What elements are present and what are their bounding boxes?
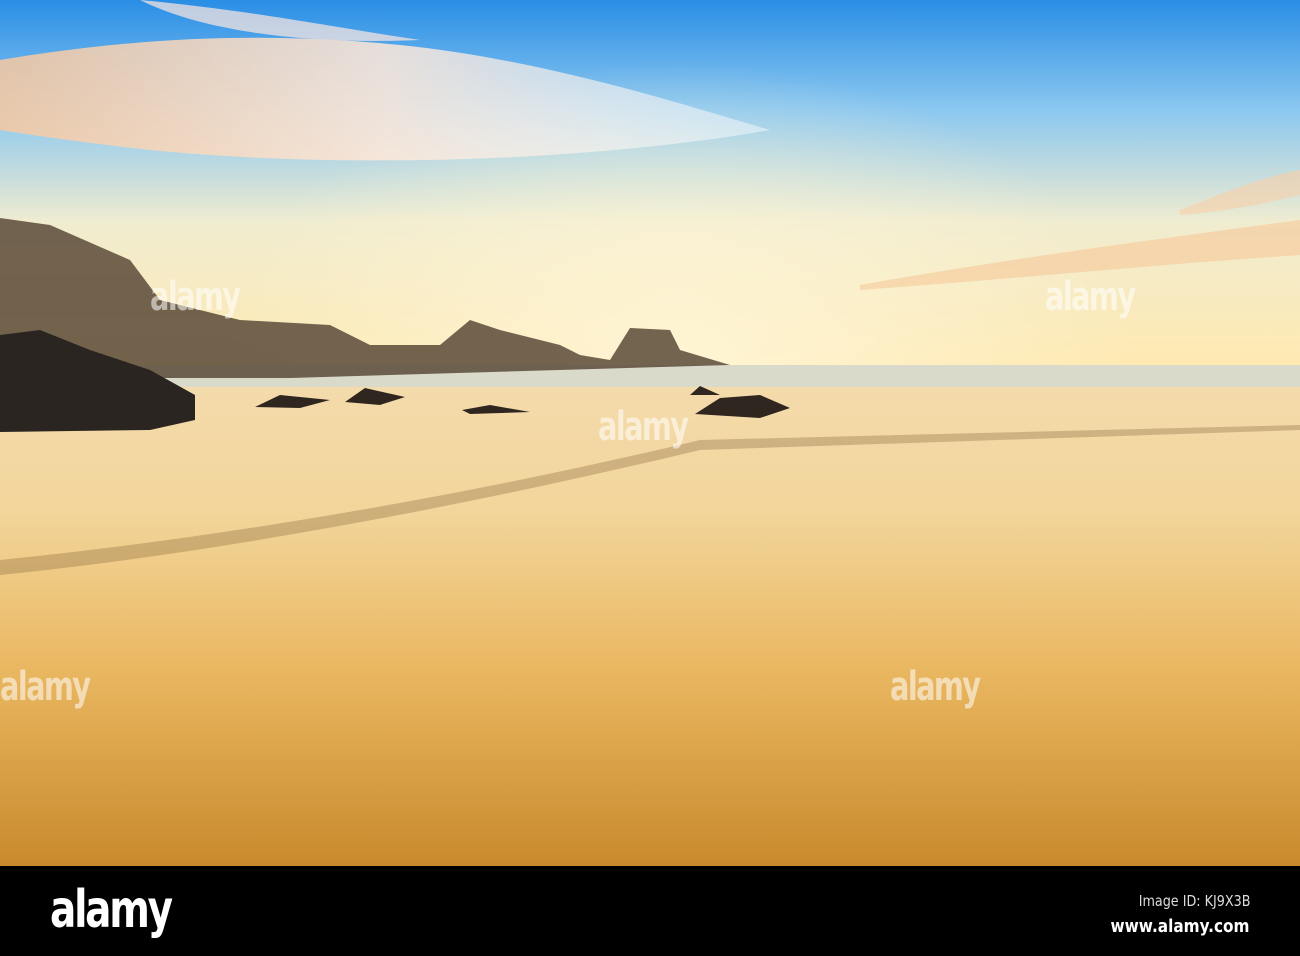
footer-bar: alamy Image ID: KJ9X3B www.alamy.com xyxy=(0,866,1300,956)
image-id: Image ID: KJ9X3B xyxy=(1138,892,1250,910)
watermark: alamy xyxy=(0,664,91,710)
watermark: alamy xyxy=(1045,274,1136,320)
site-url: www.alamy.com xyxy=(1111,916,1250,937)
watermark: alamy xyxy=(598,404,689,450)
alamy-logo: alamy xyxy=(50,880,173,940)
watermark: alamy xyxy=(150,274,241,320)
beach-sunset-photo: alamy alamy alamy alamy alamy xyxy=(0,0,1300,866)
watermark: alamy xyxy=(890,664,981,710)
